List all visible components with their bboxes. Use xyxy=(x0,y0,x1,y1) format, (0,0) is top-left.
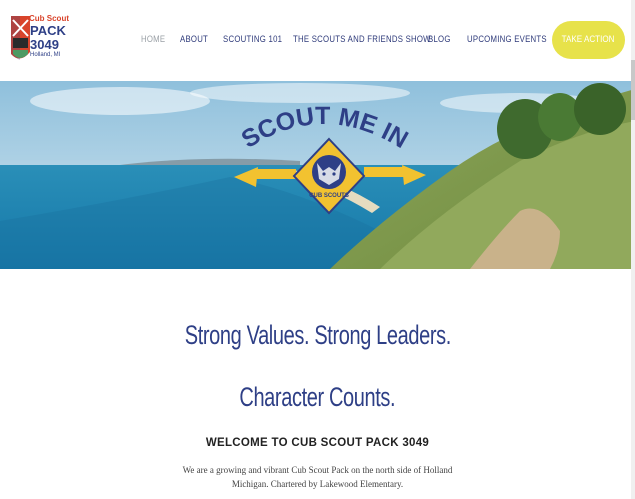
main-content: Strong Values. Strong Leaders. Character… xyxy=(0,269,635,499)
scrollbar-thumb[interactable] xyxy=(631,60,635,120)
headline-character: Character Counts. xyxy=(239,382,396,412)
main-nav: Home About Scouting 101 The Scouts and F… xyxy=(0,0,635,81)
nav-about[interactable]: About xyxy=(180,34,208,45)
welcome-heading: WELCOME TO CUB SCOUT PACK 3049 xyxy=(205,437,430,449)
headline-values: Strong Values. Strong Leaders. xyxy=(184,320,451,350)
page-scrollbar[interactable] xyxy=(631,0,635,499)
nav-home[interactable]: Home xyxy=(141,34,165,45)
hero-banner: SCOUT ME IN CUB SCOUTS xyxy=(0,81,635,269)
hero-badge-text: CUB SCOUTS xyxy=(309,193,349,199)
nav-upcoming-events[interactable]: Upcoming Events xyxy=(467,34,547,45)
hero-image: SCOUT ME IN CUB SCOUTS xyxy=(0,81,635,269)
nav-scouting-101[interactable]: Scouting 101 xyxy=(223,34,282,45)
intro-text: We are a growing and vibrant Cub Scout P… xyxy=(182,465,453,489)
take-action-label: Take Action xyxy=(562,34,615,45)
nav-blog[interactable]: Blog xyxy=(428,34,451,45)
take-action-button[interactable]: Take Action xyxy=(552,21,625,59)
site-header: Cub Scout PACK 3049 Holland, MI Home Abo… xyxy=(0,0,635,81)
nav-scouts-friends-show[interactable]: The Scouts and Friends Show xyxy=(293,34,431,45)
